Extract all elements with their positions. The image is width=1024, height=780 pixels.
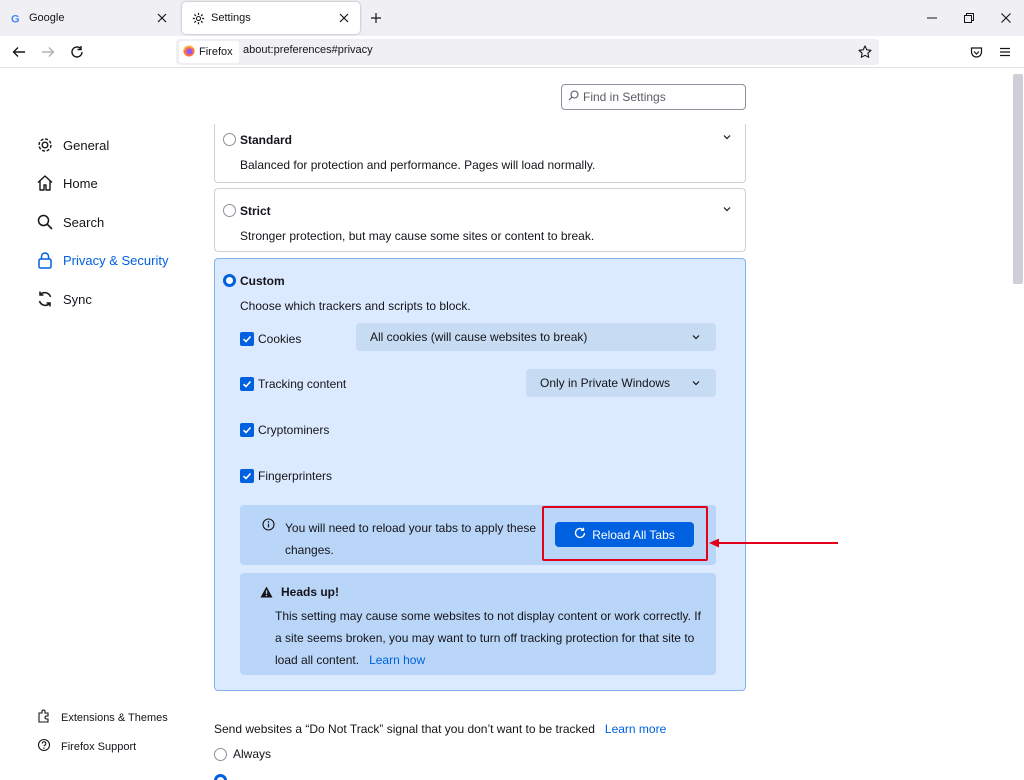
google-icon: G [9,11,23,25]
find-in-settings-input[interactable]: Find in Settings [561,84,746,110]
new-tab-button[interactable] [364,6,388,30]
home-icon [35,173,55,193]
close-tab-icon[interactable] [336,10,352,26]
sidebar-item-sync[interactable]: Sync [35,287,92,311]
puzzle-icon [37,709,51,726]
extensions-themes-link[interactable]: Extensions & Themes [37,709,168,726]
annotation-arrow-icon [709,538,838,548]
menu-hamburger-icon[interactable] [993,40,1017,64]
second-option-radio[interactable] [214,774,227,780]
heads-up-text: This setting may cause some websites to … [275,609,701,667]
custom-protection-card: Custom Choose which trackers and scripts… [214,258,746,691]
svg-text:G: G [11,14,20,25]
heads-up-body: This setting may cause some websites to … [275,605,705,671]
settings-page: Find in Settings General Home Search Pri… [0,69,1024,780]
lock-icon [35,250,55,270]
reload-icon[interactable] [65,40,89,64]
cookies-checkbox[interactable] [240,332,254,346]
help-icon [37,738,51,755]
dnt-always-option[interactable]: Always [214,747,271,761]
footer-label: Extensions & Themes [61,711,168,724]
search-icon [568,90,579,104]
dropdown-value: Only in Private Windows [540,376,671,390]
pocket-icon[interactable] [964,40,988,64]
standard-description: Balanced for protection and performance.… [240,158,596,172]
sidebar-item-privacy-security[interactable]: Privacy & Security [35,248,168,272]
gear-icon [35,135,55,155]
custom-radio[interactable] [223,274,236,287]
url-text[interactable]: about:preferences#privacy [243,44,373,56]
sidebar-item-label: Search [63,214,105,230]
identity-box[interactable]: Firefox [179,41,239,63]
identity-label: Firefox [199,46,233,58]
info-icon [262,518,275,534]
always-label: Always [233,747,272,761]
navigation-toolbar: Firefox about:preferences#privacy [0,36,1024,68]
sidebar-item-label: General [63,137,110,153]
sidebar-item-general[interactable]: General [35,133,109,157]
standard-title: Standard [240,133,293,147]
sidebar-item-label: Sync [63,291,92,307]
cookies-label: Cookies [258,332,302,346]
gear-icon [191,11,205,25]
reload-message: You will need to reload your tabs to app… [285,521,537,557]
cookies-dropdown[interactable]: All cookies (will cause websites to brea… [356,323,716,351]
fingerprinters-label: Fingerprinters [258,469,333,483]
bookmark-star-icon[interactable] [855,42,875,62]
firefox-support-link[interactable]: Firefox Support [37,738,136,755]
tracking-content-dropdown[interactable]: Only in Private Windows [526,369,716,397]
minimize-icon[interactable] [920,6,944,30]
search-icon [35,212,55,232]
strict-radio[interactable] [223,204,236,217]
footer-label: Firefox Support [61,740,137,753]
standard-protection-card[interactable]: Standard Balanced for protection and per… [214,124,746,183]
sidebar-item-home[interactable]: Home [35,171,98,195]
tab-strip: G Google Settings [0,0,1024,36]
dropdown-value: All cookies (will cause websites to brea… [370,330,588,344]
standard-radio[interactable] [223,133,236,146]
sidebar-item-label: Privacy & Security [63,252,169,268]
strict-description: Stronger protection, but may cause some … [240,229,595,243]
highlight-box [542,506,708,561]
close-window-icon[interactable] [994,6,1018,30]
heads-up-notice: Heads up! This setting may cause some we… [240,573,716,675]
chevron-down-icon[interactable] [721,203,733,215]
chevron-down-icon [690,331,702,343]
scrollbar-thumb[interactable] [1013,74,1023,284]
tracking-content-label: Tracking content [258,377,347,391]
custom-title: Custom [240,274,285,288]
always-radio[interactable] [214,747,227,761]
chevron-down-icon[interactable] [721,131,733,143]
tab-title: Google [29,12,65,24]
do-not-track-row: Send websites a “Do Not Track” signal th… [214,722,666,736]
tab-title: Settings [211,12,251,24]
tracking-content-checkbox[interactable] [240,377,254,391]
tab-settings[interactable]: Settings [182,2,360,34]
learn-how-link[interactable]: Learn how [369,653,425,667]
fingerprinters-checkbox[interactable] [240,469,254,483]
dnt-text: Send websites a “Do Not Track” signal th… [214,722,595,736]
dnt-learn-more-link[interactable]: Learn more [605,722,666,736]
strict-protection-card[interactable]: Strict Stronger protection, but may caus… [214,188,746,252]
sidebar-item-label: Home [63,175,98,191]
sync-icon [35,289,55,309]
address-bar[interactable]: Firefox about:preferences#privacy [176,39,879,65]
custom-description: Choose which trackers and scripts to blo… [240,299,471,313]
dnt-second-option[interactable] [214,774,227,780]
cryptominers-checkbox[interactable] [240,423,254,437]
back-arrow-icon[interactable] [7,40,31,64]
restore-icon[interactable] [957,6,981,30]
forward-arrow-icon[interactable] [36,40,60,64]
chevron-down-icon [690,377,702,389]
close-tab-icon[interactable] [154,10,170,26]
search-placeholder: Find in Settings [583,90,666,104]
cryptominers-label: Cryptominers [258,423,330,437]
tab-google[interactable]: G Google [0,2,178,34]
sidebar-item-search[interactable]: Search [35,210,104,234]
warning-icon [260,586,273,601]
strict-title: Strict [240,204,271,218]
heads-up-title: Heads up! [281,585,340,599]
firefox-logo-icon [183,45,195,60]
